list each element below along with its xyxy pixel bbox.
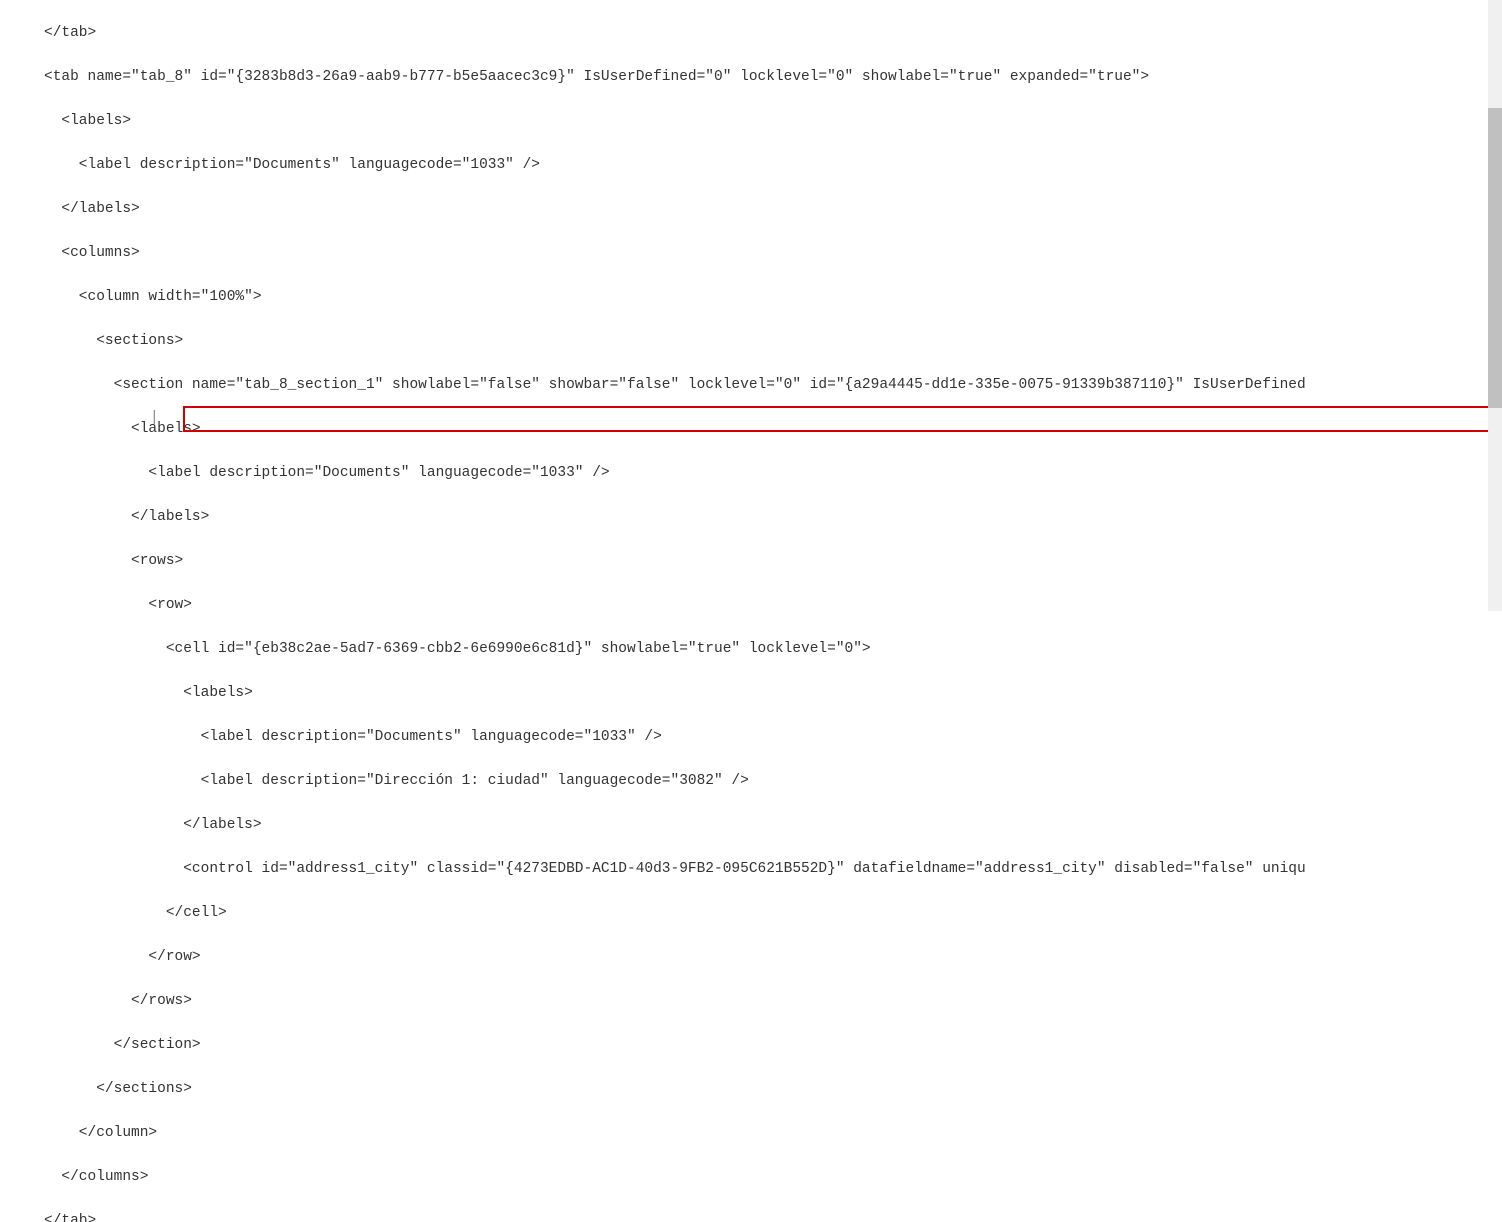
code-line: </cell> (0, 902, 1502, 924)
code-line: </row> (0, 946, 1502, 968)
code-line: <label description="Documents" languagec… (0, 154, 1502, 176)
vertical-scrollbar[interactable] (1488, 0, 1502, 611)
code-line: </labels> (0, 198, 1502, 220)
code-line: </section> (0, 1034, 1502, 1056)
code-line: </tab> (0, 22, 1502, 44)
code-line: <labels> (0, 110, 1502, 132)
code-line: </tab> (0, 1210, 1502, 1222)
code-line: <labels> (0, 682, 1502, 704)
code-line: </sections> (0, 1078, 1502, 1100)
code-line: <row> (0, 594, 1502, 616)
code-line: </labels> (0, 814, 1502, 836)
code-line: </columns> (0, 1166, 1502, 1188)
code-line: <label description="Documents" languagec… (0, 462, 1502, 484)
scrollbar-thumb[interactable] (1488, 108, 1502, 408)
code-line: <label description="Documents" languagec… (0, 726, 1502, 748)
code-line: </labels> (0, 506, 1502, 528)
code-line: <section name="tab_8_section_1" showlabe… (0, 374, 1502, 396)
code-line: <control id="address1_city" classid="{42… (0, 858, 1502, 880)
code-line: </column> (0, 1122, 1502, 1144)
code-line: <label description="Dirección 1: ciudad"… (0, 770, 1502, 792)
code-line: <sections> (0, 330, 1502, 352)
code-line: <tab name="tab_8" id="{3283b8d3-26a9-aab… (0, 66, 1502, 88)
code-line: <cell id="{eb38c2ae-5ad7-6369-cbb2-6e699… (0, 638, 1502, 660)
code-line: <rows> (0, 550, 1502, 572)
text-cursor: | (150, 407, 159, 429)
code-line: <column width="100%"> (0, 286, 1502, 308)
code-line: <labels> (0, 418, 1502, 440)
code-line: </rows> (0, 990, 1502, 1012)
xml-code-block: </tab> <tab name="tab_8" id="{3283b8d3-2… (0, 0, 1502, 1222)
code-line: <columns> (0, 242, 1502, 264)
